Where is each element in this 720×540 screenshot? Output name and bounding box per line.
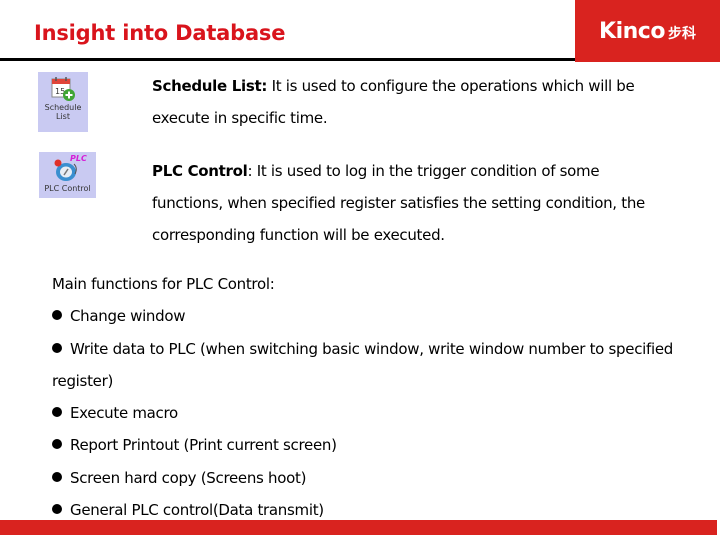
list-item: Report Printout (Print current screen) <box>52 429 682 461</box>
bullet-icon <box>52 504 62 515</box>
list-item-text: General PLC control(Data transmit) <box>70 501 324 520</box>
bullet-icon <box>52 342 62 353</box>
header-divider <box>0 58 576 61</box>
page-title: Insight into Database <box>34 21 286 45</box>
plc-control-description: PLC Control: It is used to log in the tr… <box>152 155 672 251</box>
list-item-text: Write data to PLC (when switching basic … <box>52 339 674 390</box>
bullet-icon <box>52 471 62 482</box>
schedule-list-term: Schedule List: <box>152 77 268 95</box>
main-functions-section: Main functions for PLC Control: Change w… <box>52 268 682 526</box>
list-item-text: Report Printout (Print current screen) <box>70 436 337 455</box>
main-functions-heading: Main functions for PLC Control: <box>52 275 275 293</box>
list-item-text: Change window <box>70 307 186 326</box>
list-item: Screen hard copy (Screens hoot) <box>52 462 682 494</box>
list-item-text: Screen hard copy (Screens hoot) <box>70 468 307 487</box>
bullet-icon <box>52 310 62 321</box>
plc-control-icon-tile[interactable]: PLC PLC Control <box>39 152 96 198</box>
plc-control-icon: PLC <box>54 154 87 181</box>
schedule-list-icon-tile[interactable]: 15 Schedule List <box>38 72 88 132</box>
plc-control-icon-label: PLC Control <box>44 184 91 193</box>
plc-control-term: PLC Control <box>152 162 248 180</box>
bullet-icon <box>52 439 62 450</box>
list-item-text: Execute macro <box>70 404 178 423</box>
bullet-icon <box>52 407 62 418</box>
calendar-add-icon: 15 <box>51 77 75 101</box>
schedule-list-icon-label-2: List <box>56 112 70 121</box>
list-item: Execute macro <box>52 397 682 429</box>
list-item: Write data to PLC (when switching basic … <box>52 333 682 398</box>
kinco-logo: Kinco 步科 <box>575 0 720 62</box>
schedule-list-description: Schedule List: It is used to configure t… <box>152 70 672 134</box>
logo-text: Kinco <box>599 18 665 44</box>
footer-bar <box>0 520 717 535</box>
schedule-list-icon-label-1: Schedule <box>44 103 82 112</box>
list-item: Change window <box>52 300 682 332</box>
plc-badge: PLC <box>70 154 87 163</box>
logo-chinese-text: 步科 <box>667 25 696 42</box>
